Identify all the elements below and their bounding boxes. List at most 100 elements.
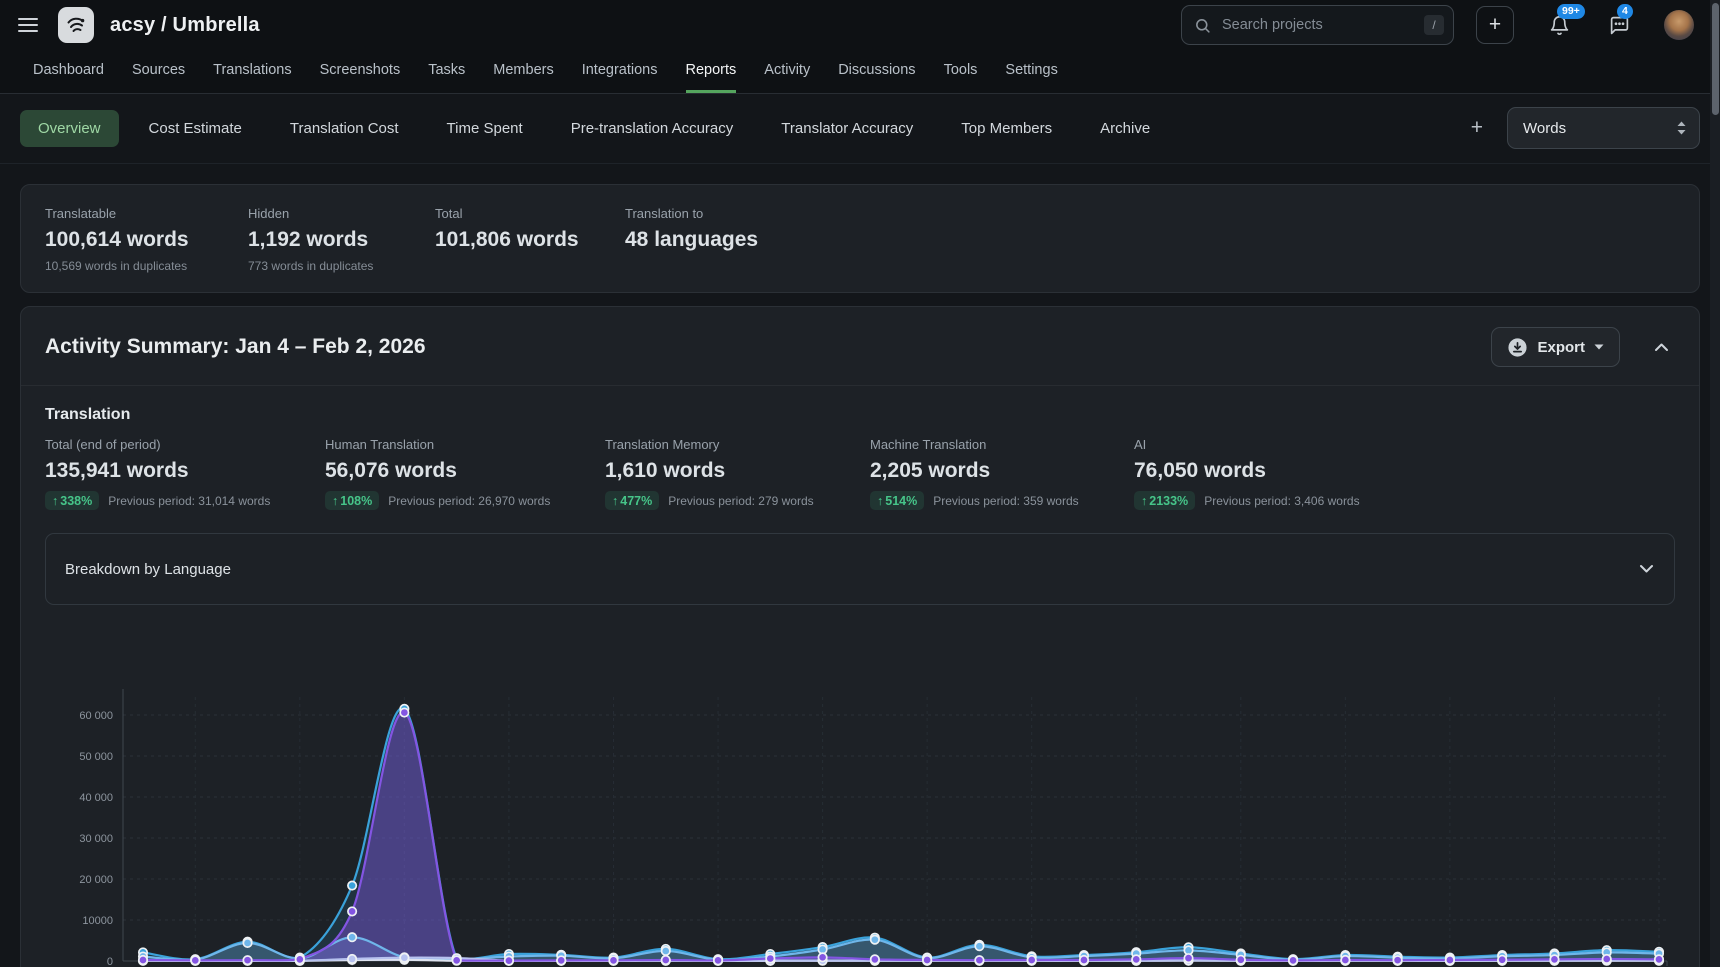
activity-card-header: Activity Summary: Jan 4 – Feb 2, 2026 Ex… [21,307,1699,386]
stat-label: Total (end of period) [45,437,325,452]
bird-logo-icon [64,13,88,37]
nav-tab[interactable]: Integrations [582,50,658,93]
nav-tab[interactable]: Sources [132,50,185,93]
stat-label: Hidden [248,206,435,221]
stat-delta-row: 108% Previous period: 26,970 words [325,491,605,510]
stat-label: Human Translation [325,437,605,452]
nav-tab[interactable]: Settings [1005,50,1057,93]
stat-value: 48 languages [625,228,758,252]
report-tab[interactable]: Time Spent [429,110,541,147]
stat-subtext: 10,569 words in duplicates [45,259,248,273]
top-bar: acsy / Umbrella / + 99+ 4 [0,0,1720,50]
report-tab[interactable]: Overview [20,110,119,147]
translation-stat: Human Translation 56,076 words 108% Prev… [325,437,605,510]
summary-stat: Total 101,806 words [435,206,625,273]
nav-tab[interactable]: Screenshots [320,50,401,93]
stat-value: 1,610 words [605,459,870,483]
page-scrollbar[interactable] [1710,0,1720,967]
svg-text:10000: 10000 [82,915,113,927]
activity-chart-area: 01000020 00030 00040 00050 00060 0004 Ja… [21,605,1699,967]
nav-tab[interactable]: Tools [944,50,978,93]
translation-stat: Translation Memory 1,610 words 477% Prev… [605,437,870,510]
stat-label: Machine Translation [870,437,1134,452]
create-project-button[interactable]: + [1476,6,1514,44]
report-tab[interactable]: Cost Estimate [131,110,260,147]
project-nav: Dashboard Sources Translations Screenshots T… [0,50,1720,94]
user-avatar[interactable] [1664,10,1694,40]
nav-tab[interactable]: Reports [686,50,737,93]
summary-stat: Hidden 1,192 words 773 words in duplicat… [248,206,435,273]
search-icon [1194,17,1211,34]
download-circle-icon [1507,337,1528,358]
delta-badge: 514% [870,491,924,510]
svg-text:30 000: 30 000 [79,833,113,845]
hamburger-menu-icon[interactable] [18,18,38,32]
stat-delta-row: 2133% Previous period: 3,406 words [1134,491,1360,510]
summary-stat: Translatable 100,614 words 10,569 words … [45,206,248,273]
unit-select-value: Words [1523,120,1566,137]
messages-button[interactable]: 4 [1604,10,1634,40]
report-tab[interactable]: Archive [1082,110,1168,147]
nav-tab[interactable]: Discussions [838,50,915,93]
delta-badge: 338% [45,491,99,510]
report-tab[interactable]: Top Members [943,110,1070,147]
search-input[interactable] [1220,16,1415,34]
unit-select[interactable]: Words [1507,107,1700,149]
main-content: Translatable 100,614 words 10,569 words … [0,164,1720,967]
svg-text:20 000: 20 000 [79,874,113,886]
report-tab[interactable]: Translation Cost [272,110,417,147]
project-title: acsy / Umbrella [110,14,260,37]
search-box[interactable]: / [1181,5,1454,45]
stat-value: 100,614 words [45,228,248,252]
activity-summary-card: Activity Summary: Jan 4 – Feb 2, 2026 Ex… [20,306,1700,967]
delta-badge: 108% [325,491,379,510]
stat-value: 56,076 words [325,459,605,483]
nav-tab[interactable]: Members [493,50,553,93]
stat-value: 101,806 words [435,228,625,252]
breakdown-by-language-toggle[interactable]: Breakdown by Language [45,533,1675,605]
app-window: acsy / Umbrella / + 99+ 4 Dash [0,0,1720,967]
nav-tab[interactable]: Dashboard [33,50,104,93]
stat-delta-row: 477% Previous period: 279 words [605,491,870,510]
report-tab[interactable]: Pre-translation Accuracy [553,110,752,147]
activity-chart[interactable]: 01000020 00030 00040 00050 00060 0004 Ja… [31,621,1677,967]
activity-title: Activity Summary: Jan 4 – Feb 2, 2026 [45,335,426,359]
crowdin-logo[interactable] [58,7,94,43]
nav-tab[interactable]: Activity [764,50,810,93]
report-tab[interactable]: Translator Accuracy [763,110,931,147]
search-shortcut-key: / [1424,15,1444,35]
previous-period-text: Previous period: 279 words [668,494,813,508]
export-button[interactable]: Export [1491,327,1620,367]
stat-label: Translation Memory [605,437,870,452]
stat-label: Translatable [45,206,248,221]
svg-text:0: 0 [107,956,113,967]
nav-tab[interactable]: Translations [213,50,291,93]
translation-stat: Total (end of period) 135,941 words 338%… [45,437,325,510]
translation-stat: Machine Translation 2,205 words 514% Pre… [870,437,1134,510]
chevron-down-icon [1639,564,1654,574]
stat-value: 76,050 words [1134,459,1360,483]
scrollbar-thumb[interactable] [1712,3,1719,115]
notifications-button[interactable]: 99+ [1544,10,1574,40]
chevron-up-icon [1654,342,1669,352]
delta-badge: 477% [605,491,659,510]
select-chevrons-icon [1677,121,1686,135]
previous-period-text: Previous period: 31,014 words [108,494,270,508]
stat-value: 2,205 words [870,459,1134,483]
stat-value: 135,941 words [45,459,325,483]
export-button-label: Export [1537,339,1585,356]
report-tabs-bar: Overview Cost Estimate Translation Cost Tim… [0,94,1720,164]
collapse-section-button[interactable] [1648,334,1675,361]
previous-period-text: Previous period: 26,970 words [388,494,550,508]
translation-stat: AI 76,050 words 2133% Previous period: 3… [1134,437,1360,510]
activity-actions: Export [1491,327,1675,367]
stat-label: AI [1134,437,1360,452]
dropdown-caret-icon [1594,344,1604,350]
translation-section-title: Translation [21,386,1699,437]
svg-text:60 000: 60 000 [79,710,113,722]
translation-stats-row: Total (end of period) 135,941 words 338%… [21,437,1699,510]
add-report-tab-button[interactable]: + [1459,116,1495,140]
delta-badge: 2133% [1134,491,1195,510]
nav-tab[interactable]: Tasks [428,50,465,93]
breakdown-label: Breakdown by Language [65,561,231,578]
